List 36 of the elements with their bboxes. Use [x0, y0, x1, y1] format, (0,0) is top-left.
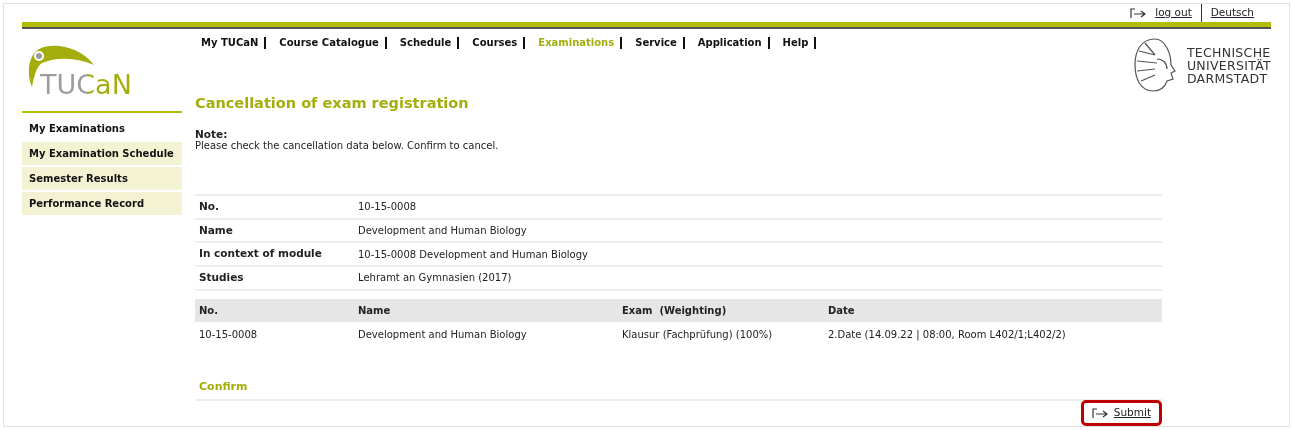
nav-tab[interactable]: Application [691, 37, 770, 50]
table-cell: Development and Human Biology [358, 328, 527, 340]
column-header: Exam (Weighting) [622, 304, 727, 316]
note-text: Please check the cancellation data below. Confirm to cancel. [195, 139, 500, 151]
column-header: No. [199, 304, 219, 316]
note-label: Note: [195, 128, 229, 140]
page-title: Cancellation of exam registration [195, 95, 470, 113]
column-header: Date [828, 304, 855, 316]
field-label: In context of module [199, 247, 322, 260]
field-value: Lehramt an Gymnasien (2017) [358, 272, 512, 284]
table-cell: 10-15-0008 [199, 328, 258, 340]
logout-link[interactable]: log out [1146, 5, 1201, 21]
section-heading: Confirm [199, 379, 248, 393]
field-label: Studies [199, 271, 244, 283]
sidebar-item[interactable]: Semester Results [22, 167, 182, 191]
field-label: Name [199, 223, 233, 236]
exit-arrow-icon [1091, 407, 1108, 419]
field-value: Development and Human Biology [358, 224, 527, 236]
nav-tab[interactable]: Help [776, 37, 817, 50]
nav-tab[interactable]: Courses [466, 37, 526, 50]
sidebar-item[interactable]: My Examination Schedule [22, 142, 182, 166]
university-name: TECHNISCHE UNIVERSITÄT DARMSTADT [1186, 45, 1271, 85]
table-cell: 2.Date (14.09.22 | 08:00, Room L402/1;L402/2) [828, 328, 1066, 340]
nav-tab[interactable]: Service [629, 37, 685, 50]
table-cell: Klausur (Fachprüfung) (100%) [622, 328, 773, 340]
submit-button[interactable]: Submit [1080, 400, 1162, 426]
field-label: No. [199, 199, 219, 212]
language-link[interactable]: Deutsch [1201, 5, 1263, 21]
field-value: 10-15-0008 [358, 201, 417, 213]
nav-tab[interactable]: Schedule [393, 37, 460, 50]
sidebar-item[interactable]: Performance Record [22, 192, 182, 216]
nav-tab[interactable]: My TUCaN [195, 37, 267, 50]
exit-arrow-icon [1130, 7, 1147, 19]
nav-tab[interactable]: Course Catalogue [273, 37, 387, 50]
field-value: 10-15-0008 Development and Human Biology [358, 248, 588, 260]
column-header: Name [358, 304, 391, 316]
